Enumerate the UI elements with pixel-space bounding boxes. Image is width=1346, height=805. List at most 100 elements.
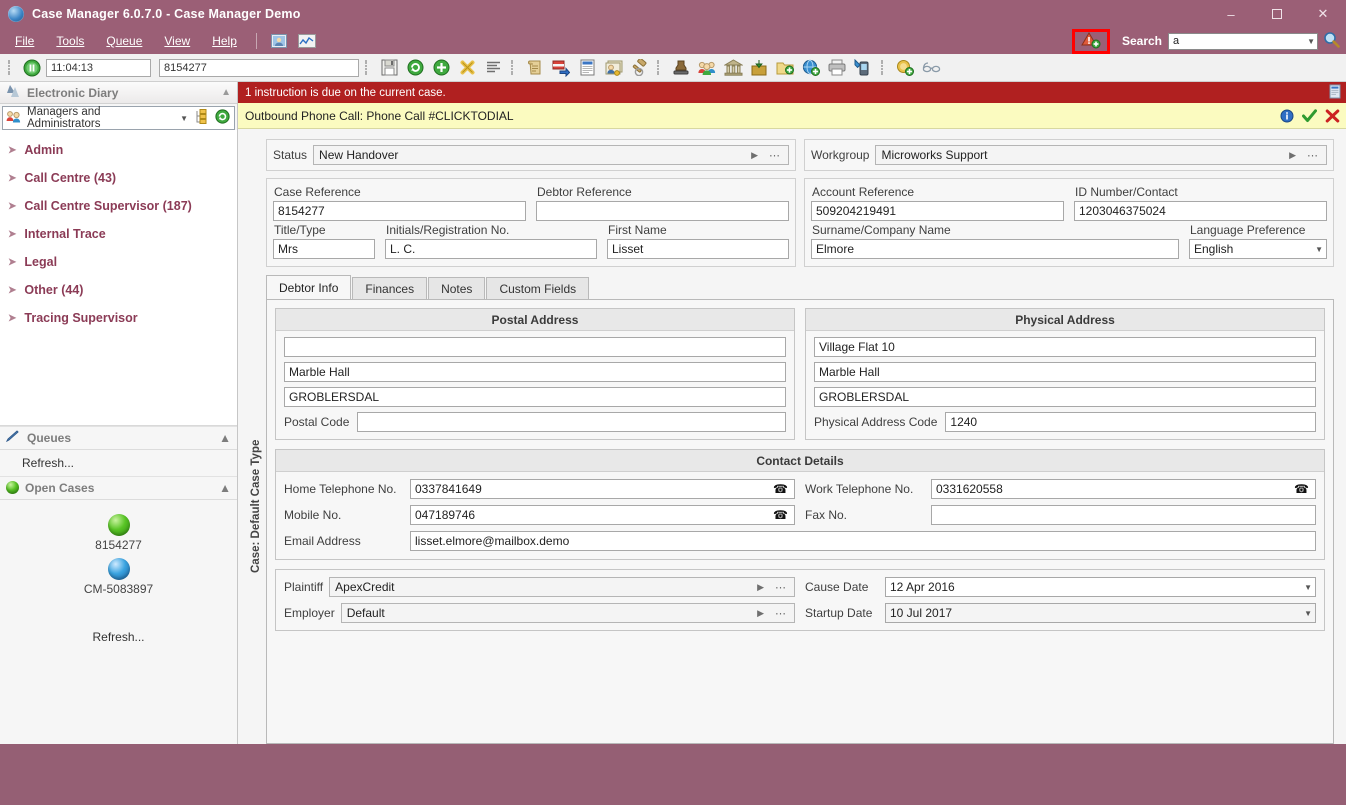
plaintiff-lookup[interactable]: ApexCredit ▶ ⋯ [329,577,795,597]
sidebar-item-admin[interactable]: ➤ Admin [0,136,237,164]
box-down-icon[interactable] [747,56,771,80]
list-item[interactable]: CM-5083897 [0,557,237,596]
tab-finances[interactable]: Finances [352,277,428,299]
surname-input[interactable]: Elmore [811,239,1179,259]
tree-icon[interactable] [194,109,210,127]
gavel-icon[interactable] [627,56,651,80]
group-selector[interactable]: Managers and Administrators ▼ [2,106,235,130]
ellipsis-icon[interactable]: ⋯ [764,149,786,162]
document-icon[interactable] [1329,84,1342,102]
postal-line3-input[interactable]: GROBLERSDAL [284,387,786,407]
arrow-right-icon[interactable]: ▶ [745,150,764,161]
phone-icon[interactable]: ☎ [1294,482,1311,496]
magnifier-icon[interactable] [1323,31,1340,51]
tab-custom-fields[interactable]: Custom Fields [486,277,590,299]
accept-check-icon[interactable] [1302,108,1317,123]
toolbar-grip-3[interactable] [511,59,517,76]
language-select[interactable]: English ▼ [1189,239,1327,259]
toolbar-grip-2[interactable] [365,59,371,76]
startup-date-select[interactable]: 10 Jul 2017 ▼ [885,603,1316,623]
arrow-right-icon[interactable]: ▶ [751,608,770,619]
sidebar-item-other[interactable]: ➤ Other (44) [0,276,237,304]
postal-code-input[interactable] [357,412,786,432]
toolbar-grip-5[interactable] [881,59,887,76]
close-button[interactable]: ✕ [1300,0,1346,28]
chevron-down-icon[interactable]: ▼ [1304,583,1312,592]
toolbar-grip-4[interactable] [657,59,663,76]
physical-line3-input[interactable]: GROBLERSDAL [814,387,1316,407]
toolbar-grip[interactable] [8,59,14,76]
sidebar-item-internal-trace[interactable]: ➤ Internal Trace [0,220,237,248]
save-icon[interactable] [377,56,401,80]
glasses-icon[interactable] [919,56,943,80]
menu-help[interactable]: Help [201,31,248,51]
list-item[interactable]: 8154277 [0,513,237,552]
case-number-field[interactable]: 8154277 [159,58,359,77]
user-card-icon[interactable] [269,32,289,50]
pause-clock-icon[interactable] [20,56,44,80]
cancel-icon[interactable] [455,56,479,80]
title-type-input[interactable]: Mrs [273,239,375,259]
info-icon[interactable] [1280,109,1294,123]
add-icon[interactable] [429,56,453,80]
tab-debtor-info[interactable]: Debtor Info [266,275,352,299]
initials-input[interactable]: L. C. [385,239,597,259]
phone-edit-icon[interactable] [851,56,875,80]
alert-add-icon[interactable] [1081,31,1101,52]
id-number-input[interactable]: 1203046375024 [1074,201,1327,221]
sidebar-item-call-centre-supervisor[interactable]: ➤ Call Centre Supervisor (187) [0,192,237,220]
document-icon[interactable] [575,56,599,80]
fax-input[interactable] [931,505,1316,525]
cause-date-select[interactable]: 12 Apr 2016 ▼ [885,577,1316,597]
arrow-right-icon[interactable]: ▶ [751,582,770,593]
workgroup-lookup[interactable]: Microworks Support ▶ ⋯ [875,145,1327,165]
case-reference-input[interactable]: 8154277 [273,201,526,221]
search-input[interactable]: a ▼ [1168,32,1318,50]
status-lookup[interactable]: New Handover ▶ ⋯ [313,145,789,165]
chevron-down-icon[interactable]: ▼ [1307,37,1315,46]
phone-icon[interactable]: ☎ [773,482,790,496]
physical-line1-input[interactable]: Village Flat 10 [814,337,1316,357]
queues-header[interactable]: Queues ▲ [0,425,237,450]
minimize-button[interactable]: – [1208,0,1254,28]
physical-line2-input[interactable]: Marble Hall [814,362,1316,382]
stamp-icon[interactable] [669,56,693,80]
queues-refresh-link[interactable]: Refresh... [0,450,237,476]
physical-code-input[interactable]: 1240 [945,412,1316,432]
open-cases-refresh-link[interactable]: Refresh... [0,602,237,652]
chevron-up-icon[interactable]: ▲ [219,481,231,495]
debtor-reference-input[interactable] [536,201,789,221]
group-icon[interactable] [695,56,719,80]
phone-icon[interactable]: ☎ [773,508,790,522]
time-field[interactable]: 11:04:13 [46,58,151,77]
chevron-up-icon[interactable]: ▲ [221,87,231,98]
work-phone-input[interactable]: 0331620558 ☎ [931,479,1316,499]
folder-add-icon[interactable] [773,56,797,80]
ellipsis-icon[interactable]: ⋯ [1302,149,1324,162]
bank-icon[interactable] [721,56,745,80]
print-icon[interactable] [825,56,849,80]
list-icon[interactable] [481,56,505,80]
sidebar-item-legal[interactable]: ➤ Legal [0,248,237,276]
open-cases-header[interactable]: Open Cases ▲ [0,475,237,500]
electronic-diary-header[interactable]: Electronic Diary ▲ [0,82,237,104]
scroll-icon[interactable] [523,56,547,80]
menu-file[interactable]: File [4,31,45,51]
maximize-button[interactable] [1254,0,1300,28]
chevron-down-icon[interactable]: ▼ [1315,245,1323,254]
menu-tools[interactable]: Tools [45,31,95,51]
alert-add-highlight[interactable] [1071,28,1110,54]
coin-add-icon[interactable] [893,56,917,80]
tab-notes[interactable]: Notes [428,277,486,299]
ellipsis-icon[interactable]: ⋯ [770,607,792,620]
menu-queue[interactable]: Queue [95,31,153,51]
globe-add-icon[interactable] [799,56,823,80]
sidebar-item-tracing-supervisor[interactable]: ➤ Tracing Supervisor [0,304,237,332]
refresh-icon[interactable] [215,109,230,127]
reject-cross-icon[interactable] [1325,109,1340,123]
chevron-up-icon[interactable]: ▲ [219,431,231,445]
menu-view[interactable]: View [153,31,201,51]
ellipsis-icon[interactable]: ⋯ [770,581,792,594]
account-reference-input[interactable]: 509204219491 [811,201,1064,221]
email-input[interactable]: lisset.elmore@mailbox.demo [410,531,1316,551]
